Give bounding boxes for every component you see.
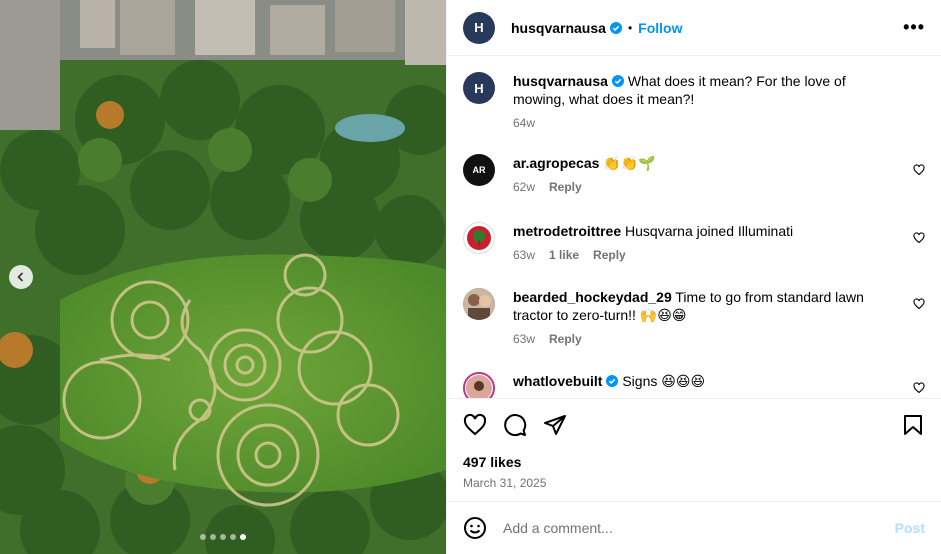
- comment-time[interactable]: 63w: [513, 248, 535, 262]
- bookmark-icon[interactable]: [901, 413, 925, 437]
- comment-item: AR ar.agropecas 👏👏🌱 62w Reply: [463, 154, 925, 222]
- instagram-post-view: H husqvarnausa • Follow ••• H husqvarnau…: [0, 0, 941, 554]
- comment-time[interactable]: 63w: [513, 332, 535, 346]
- comment-item: bearded_hockeydad_29 Time to go from sta…: [463, 288, 925, 372]
- carousel-dot-active: [240, 534, 246, 540]
- post-actions: 497 likes March 31, 2025: [447, 398, 941, 501]
- comment-input[interactable]: [503, 520, 895, 536]
- post-header: H husqvarnausa • Follow •••: [447, 0, 941, 56]
- author-avatar[interactable]: H: [463, 72, 495, 104]
- carousel-indicator: [0, 534, 446, 540]
- verified-icon: [611, 75, 624, 87]
- header-separator: •: [627, 20, 633, 35]
- brand-logo-icon: H: [474, 80, 484, 96]
- caption-username[interactable]: husqvarnausa: [513, 73, 608, 89]
- comment-text: 👏👏🌱: [603, 155, 656, 171]
- comment-time[interactable]: 62w: [513, 180, 535, 194]
- park-aerial-image: [0, 0, 446, 554]
- commenter-avatar[interactable]: AR: [463, 154, 495, 186]
- reply-button[interactable]: Reply: [593, 248, 626, 262]
- verified-icon: [606, 375, 619, 387]
- comment-username[interactable]: ar.agropecas: [513, 155, 599, 171]
- comment-item: whatlovebuilt Signs 😆😆😆: [463, 372, 925, 398]
- carousel-dot: [220, 534, 226, 540]
- reply-button[interactable]: Reply: [549, 332, 582, 346]
- share-icon[interactable]: [543, 413, 567, 437]
- post-image[interactable]: [0, 0, 446, 554]
- comment-username[interactable]: whatlovebuilt: [513, 373, 602, 389]
- heart-icon[interactable]: [913, 382, 925, 394]
- commenter-avatar[interactable]: [463, 222, 495, 254]
- reply-button[interactable]: Reply: [549, 180, 582, 194]
- brand-logo-icon: H: [474, 20, 484, 35]
- action-icons: [463, 411, 925, 439]
- commenter-avatar[interactable]: [463, 288, 495, 320]
- ar-logo-icon: AR: [472, 165, 486, 175]
- carousel-dot: [230, 534, 236, 540]
- post-comment-button[interactable]: Post: [895, 520, 925, 536]
- caption-time[interactable]: 64w: [513, 116, 535, 130]
- like-heart-icon[interactable]: [463, 413, 487, 437]
- author-username[interactable]: husqvarnausa: [511, 20, 606, 36]
- comment-text: Husqvarna joined Illuminati: [625, 223, 794, 239]
- person-photo-icon: [463, 288, 495, 320]
- heart-icon[interactable]: [913, 232, 925, 244]
- emoji-icon[interactable]: [463, 516, 487, 540]
- comment-composer: Post: [447, 501, 941, 554]
- author-avatar[interactable]: H: [463, 11, 495, 44]
- carousel-dot: [210, 534, 216, 540]
- chevron-left-icon: [17, 272, 24, 282]
- heart-icon[interactable]: [913, 298, 925, 310]
- comment-username[interactable]: bearded_hockeydad_29: [513, 289, 672, 305]
- verified-icon: [609, 21, 622, 34]
- tree-logo-icon: [467, 226, 491, 250]
- comment-text: Signs 😆😆😆: [622, 373, 706, 389]
- comments-list[interactable]: H husqvarnausa What does it mean? For th…: [447, 56, 941, 398]
- like-count[interactable]: 497 likes: [463, 454, 925, 470]
- carousel-prev-button[interactable]: [9, 265, 33, 289]
- post-details-panel: H husqvarnausa • Follow ••• H husqvarnau…: [446, 0, 941, 554]
- heart-icon[interactable]: [913, 164, 925, 176]
- person-photo-icon: [466, 375, 492, 398]
- carousel-dot: [200, 534, 206, 540]
- post-date[interactable]: March 31, 2025: [463, 476, 925, 490]
- follow-button[interactable]: Follow: [638, 20, 682, 36]
- more-options-icon[interactable]: •••: [903, 17, 925, 38]
- caption: H husqvarnausa What does it mean? For th…: [463, 72, 925, 154]
- comment-item: metrodetroittree Husqvarna joined Illumi…: [463, 222, 925, 288]
- comment-icon[interactable]: [503, 413, 527, 437]
- commenter-avatar[interactable]: [463, 372, 495, 398]
- comment-likes[interactable]: 1 like: [549, 248, 579, 262]
- comment-username[interactable]: metrodetroittree: [513, 223, 621, 239]
